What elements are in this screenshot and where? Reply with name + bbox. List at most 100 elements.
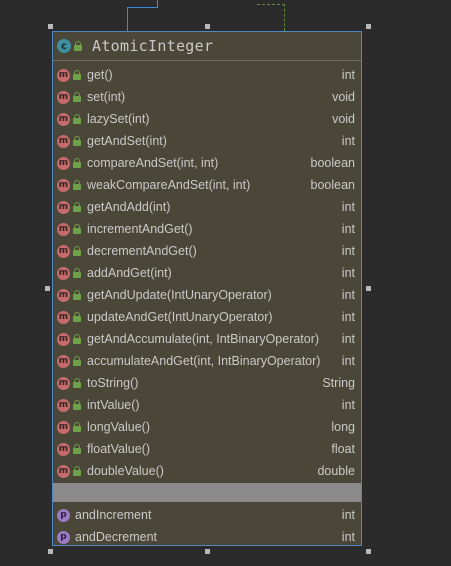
method-name: longValue()	[87, 420, 151, 434]
public-lock-icon	[73, 400, 81, 410]
public-lock-icon	[73, 334, 81, 344]
public-lock-icon	[73, 246, 81, 256]
method-return-type: boolean	[310, 178, 356, 192]
property-type: int	[341, 530, 355, 544]
method-name: doubleValue()	[87, 464, 164, 478]
method-row[interactable]: m decrementAndGet() int	[53, 240, 361, 262]
class-icon: c	[57, 39, 71, 53]
implements-connector-right	[257, 4, 285, 31]
method-row[interactable]: m floatValue() float	[53, 438, 361, 460]
section-separator	[53, 483, 361, 502]
method-icon: m	[57, 222, 70, 236]
property-row[interactable]: p andDecrement int	[53, 526, 361, 548]
method-icon: m	[57, 442, 70, 456]
method-icon: m	[57, 178, 70, 192]
method-name: floatValue()	[87, 442, 150, 456]
resize-handle-middle-right[interactable]	[366, 286, 371, 291]
inheritance-connector-left	[127, 7, 157, 31]
public-lock-icon	[73, 290, 81, 300]
method-icon: m	[57, 398, 70, 412]
public-lock-icon	[73, 92, 81, 102]
method-name: getAndSet(int)	[87, 134, 167, 148]
method-row[interactable]: m set(int) void	[53, 86, 361, 108]
method-icon: m	[57, 200, 70, 214]
method-row[interactable]: m lazySet(int) void	[53, 108, 361, 130]
method-return-type: int	[341, 200, 355, 214]
method-return-type: int	[341, 244, 355, 258]
method-name: accumulateAndGet(int, IntBinaryOperator)	[87, 354, 321, 368]
method-name: getAndAdd(int)	[87, 200, 171, 214]
method-return-type: int	[341, 398, 355, 412]
method-icon: m	[57, 376, 70, 390]
public-lock-icon	[73, 158, 81, 168]
property-icon: p	[57, 530, 70, 544]
method-return-type: long	[331, 420, 355, 434]
method-return-type: double	[317, 464, 355, 478]
methods-list: m get() int m set(int) void m lazySet(int) void m…	[53, 61, 361, 482]
resize-handle-top-right[interactable]	[366, 24, 371, 29]
method-name: lazySet(int)	[87, 112, 150, 126]
resize-handle-middle-left[interactable]	[45, 286, 50, 291]
method-row[interactable]: m compareAndSet(int, int) boolean	[53, 152, 361, 174]
public-lock-icon	[73, 312, 81, 322]
resize-handle-top-left[interactable]	[48, 24, 53, 29]
method-row[interactable]: m updateAndGet(IntUnaryOperator) int	[53, 306, 361, 328]
method-name: incrementAndGet()	[87, 222, 193, 236]
method-icon: m	[57, 332, 70, 346]
public-lock-icon	[73, 70, 81, 80]
public-lock-icon	[73, 114, 81, 124]
method-icon: m	[57, 420, 70, 434]
resize-handle-bottom-left[interactable]	[48, 549, 53, 554]
method-icon: m	[57, 464, 70, 478]
method-name: addAndGet(int)	[87, 266, 172, 280]
method-row[interactable]: m longValue() long	[53, 416, 361, 438]
method-row[interactable]: m weakCompareAndSet(int, int) boolean	[53, 174, 361, 196]
public-lock-icon	[73, 378, 81, 388]
method-name: getAndUpdate(IntUnaryOperator)	[87, 288, 272, 302]
method-icon: m	[57, 288, 70, 302]
method-row[interactable]: m getAndAdd(int) int	[53, 196, 361, 218]
property-name: andIncrement	[75, 508, 152, 522]
resize-handle-bottom-right[interactable]	[366, 549, 371, 554]
public-lock-icon	[74, 41, 82, 51]
method-icon: m	[57, 244, 70, 258]
method-row[interactable]: m doubleValue() double	[53, 460, 361, 482]
class-name: AtomicInteger	[92, 37, 214, 55]
method-row[interactable]: m incrementAndGet() int	[53, 218, 361, 240]
property-row[interactable]: p andIncrement int	[53, 504, 361, 526]
method-row[interactable]: m accumulateAndGet(int, IntBinaryOperator…	[53, 350, 361, 372]
method-return-type: int	[341, 134, 355, 148]
resize-handle-bottom-middle[interactable]	[205, 549, 210, 554]
public-lock-icon	[73, 136, 81, 146]
public-lock-icon	[73, 444, 81, 454]
method-return-type: int	[341, 266, 355, 280]
method-return-type: boolean	[310, 156, 356, 170]
public-lock-icon	[73, 202, 81, 212]
method-row[interactable]: m getAndSet(int) int	[53, 130, 361, 152]
method-row[interactable]: m getAndAccumulate(int, IntBinaryOperator…	[53, 328, 361, 350]
method-row[interactable]: m addAndGet(int) int	[53, 262, 361, 284]
method-name: compareAndSet(int, int)	[87, 156, 219, 170]
method-icon: m	[57, 68, 70, 82]
method-row[interactable]: m toString() String	[53, 372, 361, 394]
method-icon: m	[57, 90, 70, 104]
method-row[interactable]: m get() int	[53, 64, 361, 86]
method-icon: m	[57, 112, 70, 126]
method-icon: m	[57, 266, 70, 280]
method-return-type: float	[331, 442, 355, 456]
method-name: get()	[87, 68, 113, 82]
method-icon: m	[57, 134, 70, 148]
public-lock-icon	[73, 466, 81, 476]
public-lock-icon	[73, 268, 81, 278]
method-return-type: int	[341, 68, 355, 82]
method-name: toString()	[87, 376, 139, 390]
method-row[interactable]: m getAndUpdate(IntUnaryOperator) int	[53, 284, 361, 306]
method-row[interactable]: m intValue() int	[53, 394, 361, 416]
uml-class-box[interactable]: c AtomicInteger m get() int m set(int) void m l…	[52, 31, 362, 546]
property-name: andDecrement	[75, 530, 157, 544]
method-name: decrementAndGet()	[87, 244, 197, 258]
method-icon: m	[57, 354, 70, 368]
resize-handle-top-middle[interactable]	[205, 24, 210, 29]
method-return-type: int	[341, 354, 355, 368]
method-icon: m	[57, 156, 70, 170]
